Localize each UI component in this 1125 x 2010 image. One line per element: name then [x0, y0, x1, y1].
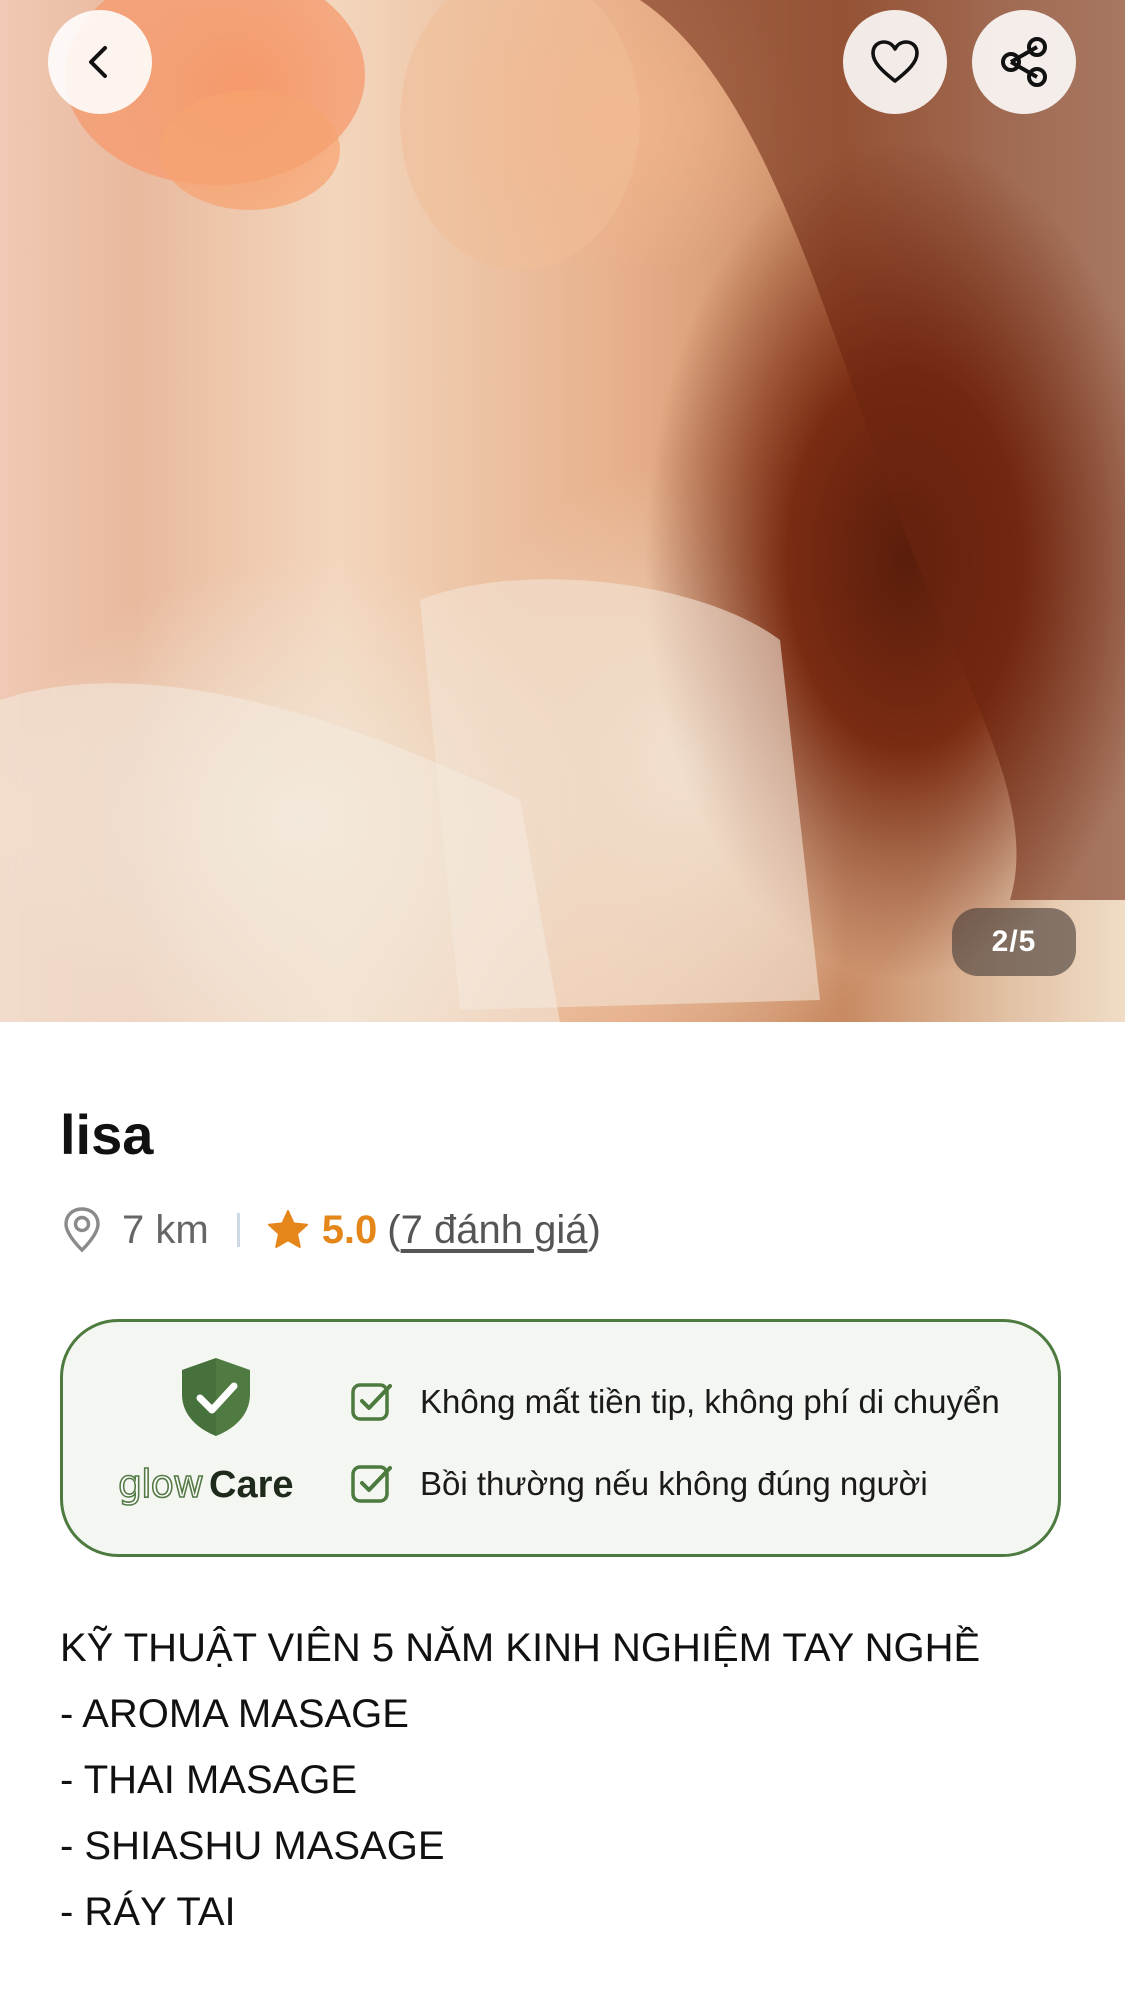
- therapist-name: lisa: [60, 1103, 154, 1166]
- star-icon: [267, 1210, 308, 1248]
- favorite-button[interactable]: [843, 10, 947, 114]
- profile-meta: 7 km 5.0 (7 đánh giá): [60, 1200, 601, 1260]
- photo-illustration: [0, 0, 1125, 1022]
- glow-care-brand: glow Care: [117, 1461, 294, 1507]
- therapist-photo[interactable]: 2/5: [0, 0, 1125, 1022]
- shield-check-icon: [182, 1358, 250, 1436]
- care-item-text: Không mất tiền tip, không phí di chuyển: [420, 1383, 1000, 1420]
- description: KỸ THUẬT VIÊN 5 NĂM KINH NGHIỆM TAY NGHỀ…: [60, 1615, 980, 1945]
- glow-care-box: glow Care Không mất tiền tip, không phí d…: [60, 1319, 1061, 1557]
- meta-divider: [236, 1213, 240, 1247]
- brand-glow: glow: [117, 1461, 205, 1507]
- location-pin-icon: [64, 1207, 100, 1253]
- rating-value: 5.0: [321, 1207, 378, 1252]
- distance-text: 7 km: [122, 1207, 209, 1252]
- reviews-open-paren: (: [387, 1207, 401, 1252]
- reviews-link[interactable]: 7 đánh giá: [401, 1208, 588, 1252]
- description-line: - THAI MASAGE: [60, 1758, 358, 1802]
- heart-icon: [871, 40, 919, 83]
- care-item: Bồi thường nếu không đúng người: [350, 1462, 928, 1506]
- description-line: - RÁY TAI: [60, 1890, 236, 1934]
- reviews-wrapper: (7 đánh giá): [387, 1208, 601, 1253]
- description-line: - SHIASHU MASAGE: [60, 1824, 445, 1868]
- description-line: KỸ THUẬT VIÊN 5 NĂM KINH NGHIỆM TAY NGHỀ: [60, 1626, 981, 1670]
- share-icon: [1001, 37, 1047, 87]
- checkbox-icon: [351, 1383, 392, 1421]
- description-line: - AROMA MASAGE: [60, 1692, 409, 1736]
- chevron-left-icon: [89, 46, 107, 78]
- glow-care-logo: glow Care: [117, 1356, 318, 1516]
- care-item: Không mất tiền tip, không phí di chuyển: [350, 1380, 1000, 1424]
- photo-counter: 2/5: [952, 908, 1076, 976]
- checkbox-icon: [351, 1465, 392, 1503]
- share-button[interactable]: [972, 10, 1076, 114]
- reviews-close-paren: ): [587, 1207, 601, 1252]
- back-button[interactable]: [48, 10, 152, 114]
- care-item-text: Bồi thường nếu không đúng người: [420, 1465, 928, 1502]
- brand-care: Care: [209, 1464, 294, 1506]
